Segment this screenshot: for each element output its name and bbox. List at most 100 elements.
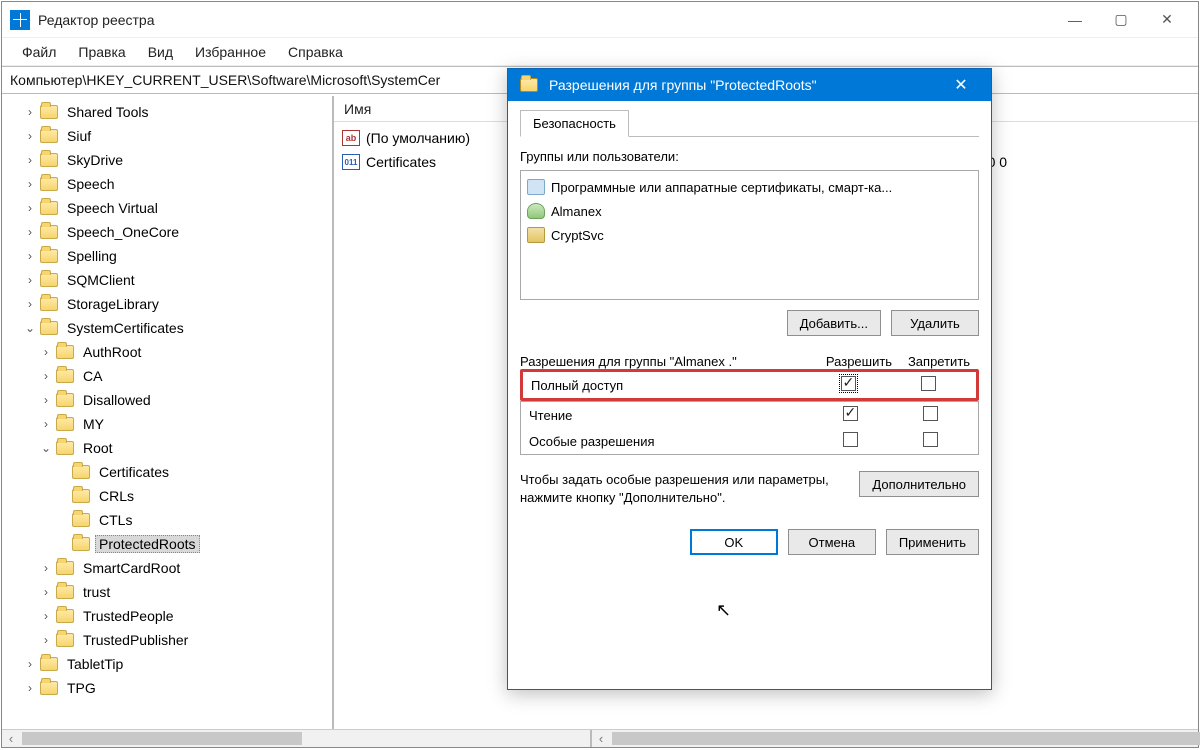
advanced-button[interactable]: Дополнительно <box>859 471 979 497</box>
tree-item-label: TrustedPeople <box>79 607 178 625</box>
tree-item-disallowed[interactable]: ›Disallowed <box>32 388 332 412</box>
registry-tree[interactable]: ›Shared Tools›Siuf›SkyDrive›Speech›Speec… <box>2 100 332 700</box>
folder-icon <box>56 417 74 431</box>
menu-help[interactable]: Справка <box>278 40 353 64</box>
expander-icon[interactable]: › <box>38 561 54 575</box>
tree-item-label: CRLs <box>95 487 138 505</box>
folder-icon <box>56 345 74 359</box>
hscrollbar[interactable]: ‹ ‹ › <box>2 729 1198 747</box>
ok-button[interactable]: OK <box>690 529 778 555</box>
folder-icon <box>40 249 58 263</box>
scroll-left2-icon[interactable]: ‹ <box>592 730 610 747</box>
tree-item-siuf[interactable]: › Siuf <box>16 124 332 148</box>
tree-item-crls[interactable]: CRLs <box>48 484 332 508</box>
add-button[interactable]: Добавить... <box>787 310 881 336</box>
expander-icon[interactable]: › <box>38 393 54 407</box>
user-row[interactable]: CryptSvc <box>527 223 972 247</box>
tree-item-shared-tools[interactable]: ›Shared Tools <box>16 100 332 124</box>
expander-icon[interactable]: › <box>38 585 54 599</box>
tree-item-my[interactable]: ›MY <box>32 412 332 436</box>
perm-row: Полный доступ <box>523 372 976 398</box>
tree-item-speech[interactable]: ›Speech <box>16 172 332 196</box>
minimize-button[interactable]: — <box>1052 4 1098 36</box>
expander-icon[interactable]: › <box>22 177 38 191</box>
expander-icon[interactable]: › <box>38 417 54 431</box>
expander-icon[interactable]: ⌄ <box>38 441 54 455</box>
tree-item-trust[interactable]: ›trust <box>32 580 332 604</box>
tree-item-tablettip[interactable]: ›TabletTip <box>16 652 332 676</box>
allow-checkbox[interactable] <box>843 432 858 447</box>
expander-icon[interactable]: › <box>22 657 38 671</box>
tree-item-ca[interactable]: › CA <box>32 364 332 388</box>
user-row[interactable]: Программные или аппаратные сертификаты, … <box>527 175 972 199</box>
expander-icon[interactable]: › <box>22 297 38 311</box>
expander-icon[interactable]: › <box>22 129 38 143</box>
expander-icon[interactable]: › <box>38 369 54 383</box>
dialog-title: Разрешения для группы "ProtectedRoots" <box>543 77 941 93</box>
tree-item-skydrive[interactable]: › SkyDrive <box>16 148 332 172</box>
expander-icon[interactable]: › <box>22 273 38 287</box>
users-list[interactable]: Программные или аппаратные сертификаты, … <box>520 170 979 300</box>
expander-icon[interactable]: › <box>38 609 54 623</box>
apply-button[interactable]: Применить <box>886 529 979 555</box>
deny-checkbox[interactable] <box>923 406 938 421</box>
user-name: Almanex <box>551 204 602 219</box>
menu-file[interactable]: Файл <box>12 40 66 64</box>
tree-item-spelling[interactable]: ›Spelling <box>16 244 332 268</box>
tree-item-label: CA <box>79 367 106 385</box>
expander-icon[interactable]: › <box>22 153 38 167</box>
deny-checkbox[interactable] <box>923 432 938 447</box>
expander-icon[interactable]: ⌄ <box>22 321 38 335</box>
folder-icon <box>56 441 74 455</box>
expander-icon[interactable]: › <box>38 633 54 647</box>
user-row[interactable]: Almanex <box>527 199 972 223</box>
dialog-close-button[interactable]: ✕ <box>941 69 981 101</box>
tree-item-ctls[interactable]: CTLs <box>48 508 332 532</box>
folder-icon <box>40 657 58 671</box>
tree-item-trustedpeople[interactable]: › TrustedPeople <box>32 604 332 628</box>
tree-item-authroot[interactable]: ›AuthRoot <box>32 340 332 364</box>
allow-checkbox[interactable] <box>841 376 856 391</box>
tree-item-trustedpublisher[interactable]: ›TrustedPublisher <box>32 628 332 652</box>
folder-icon <box>520 78 538 92</box>
expander-icon[interactable]: › <box>38 345 54 359</box>
tree-item-certificates[interactable]: Certificates <box>48 460 332 484</box>
cancel-button[interactable]: Отмена <box>788 529 876 555</box>
tree-item-label: TPG <box>63 679 100 697</box>
tree-item-smartcardroot[interactable]: ›SmartCardRoot <box>32 556 332 580</box>
allow-checkbox[interactable] <box>843 406 858 421</box>
tree-pane: ›Shared Tools›Siuf›SkyDrive›Speech›Speec… <box>2 96 334 729</box>
menu-edit[interactable]: Правка <box>68 40 135 64</box>
tree-item-label: SkyDrive <box>63 151 127 169</box>
tree-item-speech-virtual[interactable]: › Speech Virtual <box>16 196 332 220</box>
expander-icon[interactable]: › <box>22 105 38 119</box>
tree-item-label: Siuf <box>63 127 95 145</box>
expander-icon[interactable]: › <box>22 225 38 239</box>
close-button[interactable]: ✕ <box>1144 4 1190 36</box>
tree-item-speech-onecore[interactable]: ›Speech_OneCore <box>16 220 332 244</box>
expander-icon[interactable]: › <box>22 681 38 695</box>
deny-checkbox[interactable] <box>921 376 936 391</box>
tree-item-label: Speech Virtual <box>63 199 162 217</box>
tab-security[interactable]: Безопасность <box>520 110 629 137</box>
address-path: Компьютер\HKEY_CURRENT_USER\Software\Mic… <box>10 72 440 88</box>
scroll-left-icon[interactable]: ‹ <box>2 730 20 747</box>
tree-item-sqmclient[interactable]: ›SQMClient <box>16 268 332 292</box>
tree-item-tpg[interactable]: › TPG <box>16 676 332 700</box>
col-deny: Запретить <box>899 354 979 369</box>
tree-item-storagelibrary[interactable]: ›StorageLibrary <box>16 292 332 316</box>
titlebar: Редактор реестра — ▢ ✕ <box>2 2 1198 38</box>
tab-strip: Безопасность <box>520 107 979 137</box>
folder-icon <box>40 177 58 191</box>
remove-button[interactable]: Удалить <box>891 310 979 336</box>
menu-favorites[interactable]: Избранное <box>185 40 276 64</box>
expander-icon[interactable]: › <box>22 249 38 263</box>
tree-item-root[interactable]: ⌄Root <box>32 436 332 460</box>
expander-icon[interactable]: › <box>22 201 38 215</box>
tree-item-protectedroots[interactable]: ProtectedRoots <box>48 532 332 556</box>
user-icon <box>527 179 545 195</box>
dialog-titlebar[interactable]: Разрешения для группы "ProtectedRoots" ✕ <box>508 69 991 101</box>
menu-view[interactable]: Вид <box>138 40 183 64</box>
tree-item-systemcertificates[interactable]: ⌄SystemCertificates <box>16 316 332 340</box>
maximize-button[interactable]: ▢ <box>1098 4 1144 36</box>
